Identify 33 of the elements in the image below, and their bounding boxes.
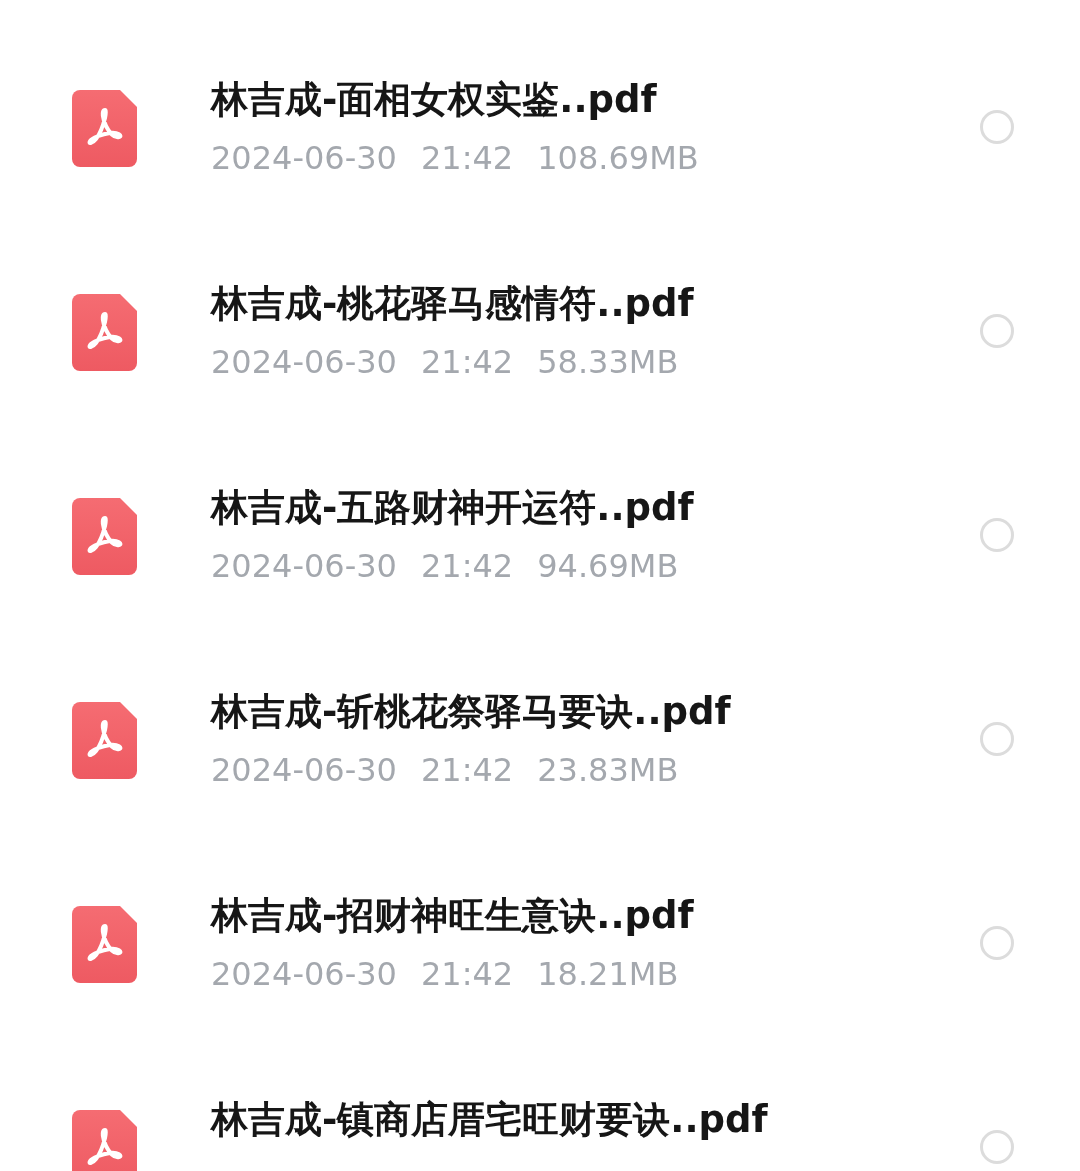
pdf-file-icon bbox=[72, 1109, 137, 1171]
select-radio[interactable] bbox=[980, 314, 1014, 348]
file-time: 21:42 bbox=[420, 342, 514, 382]
file-size: 18.21MB bbox=[537, 954, 679, 994]
file-size: 108.69MB bbox=[537, 138, 699, 178]
file-name: 林吉成-斩桃花祭驿马要诀..pdf bbox=[211, 689, 732, 735]
pdf-file-icon bbox=[72, 905, 137, 983]
file-date: 2024-06-30 bbox=[211, 954, 397, 994]
file-date: 2024-06-30 bbox=[211, 546, 397, 586]
select-radio[interactable] bbox=[980, 1130, 1014, 1164]
pdf-file-icon bbox=[72, 497, 137, 575]
file-name: 林吉成-桃花驿马感情符..pdf bbox=[211, 281, 695, 327]
pdf-file-icon bbox=[72, 293, 137, 371]
file-size: 58.33MB bbox=[537, 342, 679, 382]
file-name: 林吉成-面相女权实鉴..pdf bbox=[211, 77, 658, 123]
file-time: 21:42 bbox=[420, 138, 514, 178]
select-radio[interactable] bbox=[980, 722, 1014, 756]
file-time: 21:42 bbox=[420, 546, 514, 586]
file-size: 23.83MB bbox=[537, 750, 679, 790]
file-name: 林吉成-招财神旺生意诀..pdf bbox=[211, 893, 695, 939]
select-radio[interactable] bbox=[980, 110, 1014, 144]
file-time: 21:42 bbox=[420, 954, 514, 994]
file-date: 2024-06-30 bbox=[211, 750, 397, 790]
select-radio[interactable] bbox=[980, 926, 1014, 960]
file-time: 21:42 bbox=[420, 750, 514, 790]
file-name: 林吉成-五路财神开运符..pdf bbox=[211, 485, 695, 531]
pdf-file-icon bbox=[72, 701, 137, 779]
select-radio[interactable] bbox=[980, 518, 1014, 552]
pdf-file-icon bbox=[72, 89, 137, 167]
file-date: 2024-06-30 bbox=[211, 342, 397, 382]
file-name: 林吉成-镇商店厝宅旺财要诀..pdf bbox=[211, 1097, 769, 1143]
file-size: 94.69MB bbox=[537, 546, 679, 586]
file-date: 2024-06-30 bbox=[211, 138, 397, 178]
